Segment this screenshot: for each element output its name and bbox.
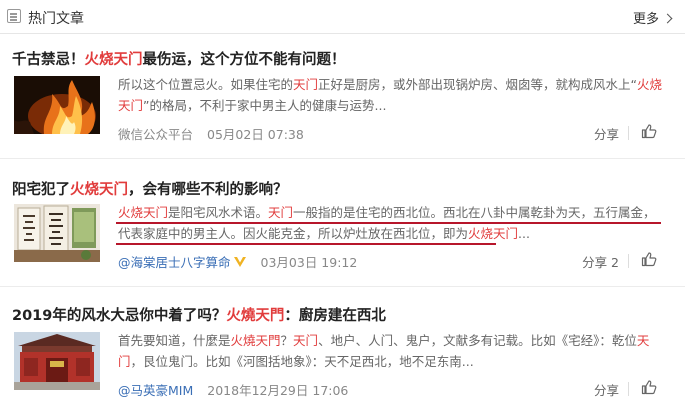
article-card: 2019年的风水大忌你中着了吗？火燒天門：廚房建在西北 首先要知道，什麼是火燒天… (0, 290, 685, 417)
divider (628, 126, 629, 140)
article-meta: @马英豪MIM 2018年12月29日 17:06 (118, 380, 348, 399)
title-text: 2019年的风水大忌你中着了吗？ (12, 308, 227, 324)
article-date: 2018年12月29日 17:06 (207, 383, 349, 398)
snippet-keyword: 天门 (268, 205, 294, 220)
snippet-text: ，艮位鬼门。比如《河图括地象》：天不足西北，地不足东南... (130, 354, 474, 369)
title-keyword: 火烧天门 (70, 182, 128, 198)
article-list-icon (7, 9, 21, 23)
article-title[interactable]: 阳宅犯了火烧天门，会有哪些不利的影响？ (12, 178, 288, 199)
title-text: 最伤运，这个方位不能有问题！ (142, 52, 346, 68)
article-thumbnail-calligraphy[interactable] (14, 204, 100, 262)
article-source[interactable]: @马英豪MIM (118, 383, 193, 398)
snippet-text: 正好是厨房，或外部出现锅炉房、烟囱等，就构成风水上“ (318, 77, 638, 92)
snippet-text: 首先要知道，什麼是 (118, 333, 231, 348)
thumbs-up-icon[interactable] (641, 379, 657, 395)
hot-articles-header: 热门文章 更多 (0, 0, 685, 34)
more-link[interactable]: 更多 (632, 8, 673, 27)
article-divider (0, 286, 685, 287)
divider (628, 254, 629, 268)
snippet-text: ”的格局，不利于家中男主人的健康与运势... (143, 98, 387, 113)
share-button[interactable]: 分享 2 (582, 252, 619, 271)
title-text: ，会有哪些不利的影响？ (128, 182, 288, 198)
article-thumbnail-temple-gate[interactable] (14, 332, 100, 390)
verified-v-icon (233, 257, 246, 267)
share-button[interactable]: 分享 (594, 380, 619, 399)
title-text: 千古禁忌！ (12, 52, 85, 68)
article-thumbnail-fire[interactable] (14, 76, 100, 134)
title-keyword: 火燒天門 (226, 308, 285, 324)
article-divider (0, 158, 685, 159)
highlight-underline (116, 222, 661, 224)
divider (628, 382, 629, 396)
share-button[interactable]: 分享 (594, 124, 619, 143)
article-card: 阳宅犯了火烧天门，会有哪些不利的影响？ 火烧天门是阳宅风水术语。天门一般指的是住… (0, 162, 685, 280)
thumbs-up-icon[interactable] (641, 123, 657, 139)
article-source[interactable]: @海棠居士八字算命 (118, 255, 231, 270)
more-label: 更多 (632, 12, 659, 27)
snippet-text: ？ (280, 333, 294, 348)
article-title[interactable]: 2019年的风水大忌你中着了吗？火燒天門：廚房建在西北 (12, 304, 386, 325)
snippet-keyword: 火燒天門 (230, 333, 281, 348)
thumbs-up-icon[interactable] (641, 251, 657, 267)
article-title[interactable]: 千古禁忌！火烧天门最伤运，这个方位不能有问题！ (12, 48, 346, 69)
snippet-keyword: 天门 (293, 77, 319, 92)
article-date: 03月03日 19:12 (260, 255, 358, 270)
title-text: ：廚房建在西北 (284, 308, 386, 324)
snippet-keyword: 火烧天门 (118, 205, 169, 220)
highlight-underline (116, 243, 496, 245)
article-date: 05月02日 07:38 (207, 127, 304, 142)
snippet-text: 所以这个位置忌火。如果住宅的 (118, 77, 294, 92)
article-meta: 微信公众平台 05月02日 07:38 (118, 124, 304, 143)
title-keyword: 火烧天门 (84, 52, 143, 68)
snippet-text: 是阳宅风水术语。 (168, 205, 269, 220)
article-source[interactable]: 微信公众平台 (118, 127, 193, 142)
title-text: 阳宅犯了 (12, 182, 70, 198)
section-title: 热门文章 (28, 11, 84, 27)
snippet-keyword: 火烧天门 (468, 226, 519, 241)
snippet-text: ... (518, 226, 530, 241)
chevron-right-icon (662, 13, 673, 24)
article-snippet: 所以这个位置忌火。如果住宅的天门正好是厨房，或外部出现锅炉房、烟囱等，就构成风水… (118, 74, 663, 116)
article-card: 千古禁忌！火烧天门最伤运，这个方位不能有问题！ 所以这个位置忌火。如果住宅的天门… (0, 34, 685, 150)
snippet-keyword: 天门 (293, 333, 319, 348)
snippet-text: 、地户、人门、鬼户，文献多有记载。比如《宅经》：乾位 (318, 333, 637, 348)
article-meta: @海棠居士八字算命 03月03日 19:12 (118, 252, 357, 271)
article-snippet: 首先要知道，什麼是火燒天門？天门、地户、人门、鬼户，文献多有记载。比如《宅经》：… (118, 330, 663, 372)
